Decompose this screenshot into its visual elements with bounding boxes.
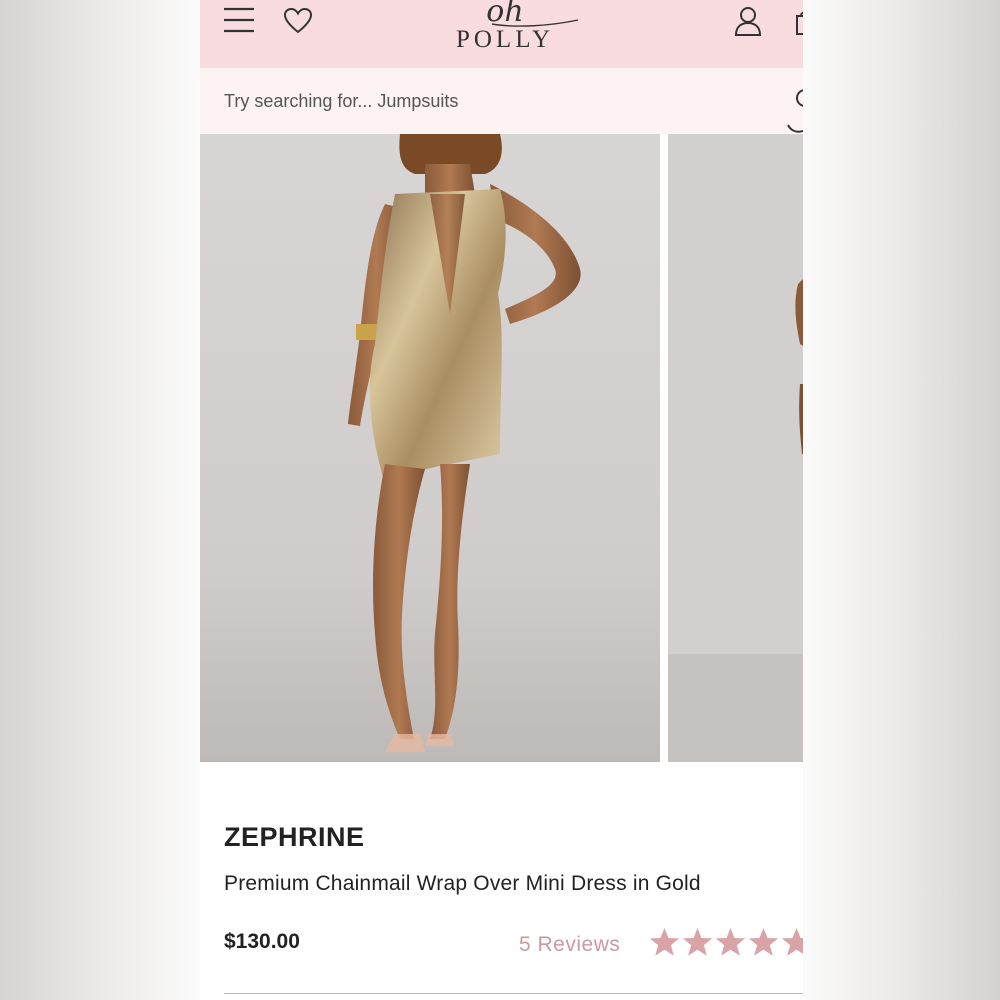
- star-icon: [748, 928, 779, 956]
- product-brand: ZEPHRINE: [224, 822, 365, 852]
- product-price: $130.00: [224, 930, 300, 953]
- product-image-secondary[interactable]: [668, 134, 803, 762]
- menu-icon[interactable]: [223, 6, 255, 34]
- logo-main-text: POLLY: [455, 26, 555, 53]
- star-icon: [682, 928, 713, 956]
- section-divider: [224, 993, 803, 994]
- site-header: oh POLLY: [200, 0, 803, 68]
- product-image-main[interactable]: [200, 134, 660, 762]
- product-title: Premium Chainmail Wrap Over Mini Dress i…: [224, 872, 701, 895]
- search-bar: [200, 68, 803, 134]
- star-rating[interactable]: [648, 926, 803, 962]
- phone-screen: oh POLLY Try searching for... Jumpsuits …: [200, 0, 803, 1000]
- heart-icon[interactable]: [283, 7, 313, 35]
- model-in-gold-dress-image: [200, 134, 660, 762]
- search-icon[interactable]: [794, 88, 803, 110]
- product-image-gallery[interactable]: [200, 134, 803, 762]
- star-icon: [715, 928, 746, 956]
- wishlist-icon[interactable]: [787, 123, 803, 139]
- star-icon: [649, 928, 680, 956]
- brand-logo[interactable]: oh POLLY: [430, 0, 580, 62]
- star-icon: [781, 928, 803, 956]
- reviews-link[interactable]: 5 Reviews: [519, 933, 620, 957]
- model-secondary-image: [668, 134, 803, 762]
- search-input[interactable]: [224, 86, 764, 116]
- account-icon[interactable]: [734, 6, 762, 36]
- bag-icon[interactable]: [791, 10, 803, 36]
